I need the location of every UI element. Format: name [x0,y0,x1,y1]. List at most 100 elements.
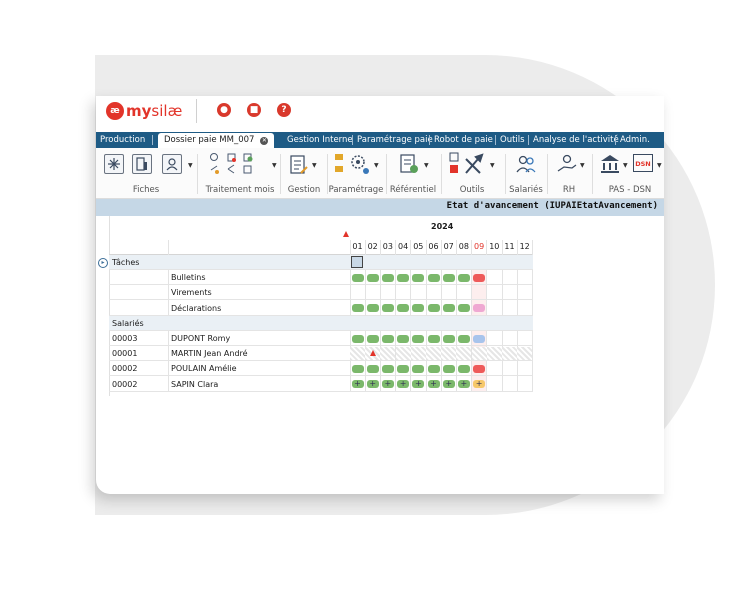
rh-hand-icon[interactable] [556,153,578,179]
status-pill-done[interactable] [366,304,379,313]
chevron-down-icon[interactable]: ▼ [580,162,585,169]
chevron-down-icon[interactable]: ▼ [657,162,662,169]
status-pill-error[interactable] [473,273,486,282]
selected-cell[interactable] [351,256,363,268]
chevron-down-icon[interactable]: ▼ [424,162,429,169]
checklist-icon[interactable] [289,154,309,180]
document-icon[interactable]: ■ [247,103,261,117]
status-pill-done[interactable] [427,334,440,343]
month-header-05[interactable]: 05 [411,242,426,251]
status-pill-done[interactable] [427,273,440,282]
tab-separator [429,135,430,145]
status-pill-done[interactable]: + [412,379,425,389]
month-header-02[interactable]: 02 [365,242,380,251]
ribbon-group-gestion: ▼ Gestion [281,148,327,198]
status-pill-done[interactable] [412,334,425,343]
expand-icon[interactable]: ▸ [98,258,108,268]
settings-gear-icon[interactable] [334,151,378,177]
status-pill-done[interactable]: + [351,379,364,389]
tab-parametrage-paie[interactable]: Paramétrage paie [357,132,433,148]
status-pill-done[interactable]: + [457,379,470,389]
chevron-down-icon[interactable]: ▼ [374,162,379,169]
ribbon-group-fiches: ▼ Fiches [96,148,196,198]
close-icon[interactable]: ✕ [260,137,269,145]
employees-icon[interactable] [515,153,537,179]
tab-admin[interactable]: Admin. [620,132,650,148]
status-pill-done[interactable] [457,273,470,282]
status-pill-done[interactable]: + [366,379,379,389]
month-header-04[interactable]: 04 [396,242,411,251]
status-pill-done[interactable] [457,364,470,373]
bank-icon[interactable] [599,153,621,179]
tab-outils[interactable]: Outils [500,132,525,148]
chevron-down-icon[interactable]: ▼ [312,162,317,169]
status-pill-done[interactable] [412,273,425,282]
status-pill-done[interactable] [381,334,394,343]
tab-robot-de-paie[interactable]: Robot de paie [434,132,493,148]
employee-name: DUPONT Romy [171,334,231,343]
status-pill-done[interactable]: + [397,379,410,389]
referentiel-icon[interactable] [398,153,420,179]
status-pill-done[interactable] [366,334,379,343]
ribbon-group-traitement: ▼ Traitement mois [200,148,280,198]
unavailable-cell [441,347,457,361]
status-pill-pending_blue[interactable] [473,334,486,343]
month-header-03[interactable]: 03 [380,242,395,251]
status-pill-done[interactable] [381,273,394,282]
traitement-icons[interactable] [208,151,270,177]
status-pill-done[interactable]: + [427,379,440,389]
status-pill-done[interactable] [427,364,440,373]
status-pill-done[interactable] [397,304,410,313]
status-pill-done[interactable] [351,364,364,373]
status-pill-done[interactable] [366,364,379,373]
tab-production[interactable]: Production [100,132,145,148]
month-header-01[interactable]: 01 [350,242,365,251]
status-pill-done[interactable] [366,273,379,282]
status-pill-warning_orange[interactable]: + [473,379,486,389]
tab-analyse-activite[interactable]: Analyse de l'activité [533,132,619,148]
status-pill-done[interactable] [351,273,364,282]
help-icon[interactable]: ? [277,103,291,117]
unavailable-cell [456,347,472,361]
status-pill-done[interactable] [351,334,364,343]
warning-marker-icon[interactable] [370,350,377,357]
status-pill-done[interactable] [381,364,394,373]
snowflake-icon[interactable] [104,154,124,174]
status-pill-done[interactable] [412,304,425,313]
employee-card-icon[interactable] [162,154,182,174]
tools-icon[interactable] [448,151,492,177]
dsn-icon[interactable]: DSN [633,154,653,172]
status-pill-done[interactable] [442,334,455,343]
month-header-11[interactable]: 11 [502,242,517,251]
status-pill-done[interactable] [397,334,410,343]
chevron-down-icon[interactable]: ▼ [623,162,628,169]
status-pill-done[interactable] [442,273,455,282]
status-pill-done[interactable] [397,364,410,373]
status-pill-done[interactable] [442,304,455,313]
status-pill-done[interactable]: + [381,379,394,389]
chevron-down-icon[interactable]: ▼ [490,162,495,169]
status-pill-pending_pink[interactable] [473,304,486,313]
status-pill-done[interactable]: + [442,379,455,389]
status-pill-done[interactable] [412,364,425,373]
month-header-08[interactable]: 08 [456,242,471,251]
status-pill-done[interactable] [442,364,455,373]
month-header-06[interactable]: 06 [426,242,441,251]
month-header-09[interactable]: 09 [472,242,487,251]
tab-dossier-paie[interactable]: Dossier paie MM_007 ✕ [158,133,275,148]
chat-icon[interactable]: ● [217,103,231,117]
status-pill-done[interactable] [457,334,470,343]
status-pill-error[interactable] [473,364,486,373]
month-header-12[interactable]: 12 [517,242,532,251]
status-pill-done[interactable] [397,273,410,282]
tab-gestion-interne[interactable]: Gestion Interne [287,132,353,148]
month-header-10[interactable]: 10 [487,242,502,251]
status-pill-done[interactable] [351,304,364,313]
chevron-down-icon[interactable]: ▼ [272,162,277,169]
month-header-07[interactable]: 07 [441,242,456,251]
company-card-icon[interactable] [132,154,152,174]
status-pill-done[interactable] [427,304,440,313]
chevron-down-icon[interactable]: ▼ [188,162,193,169]
status-pill-done[interactable] [381,304,394,313]
status-pill-done[interactable] [457,304,470,313]
